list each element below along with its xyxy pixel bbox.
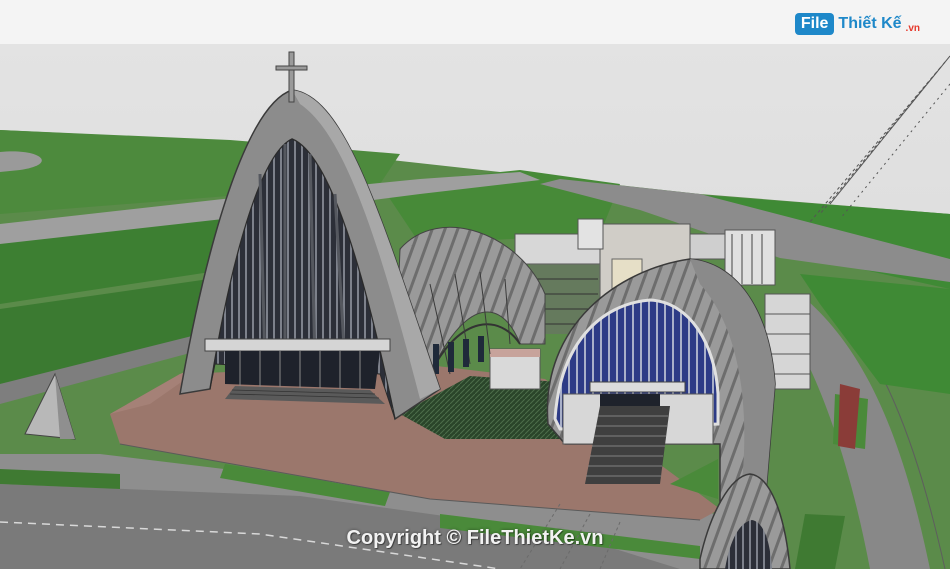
cathedral-canopy: [204, 338, 391, 352]
church-3d-model-render: [0, 44, 950, 569]
copyright-watermark: Copyright © FileThietKe.vn: [346, 527, 604, 549]
chapel-canopy: [589, 381, 686, 393]
site-logo: File Thiết Kế .vn: [794, 10, 920, 38]
cathedral-entrance: [225, 351, 380, 389]
logo-name: Thiết Kế: [838, 15, 902, 32]
header-bar: File Thiết Kế .vn: [0, 0, 950, 45]
logo-suffix: .vn: [905, 23, 920, 34]
logo-badge: File: [794, 13, 835, 35]
chapel-stairs: [585, 406, 670, 484]
viewport: File Thiết Kế .vn Copyright © FileThietK…: [0, 0, 950, 569]
